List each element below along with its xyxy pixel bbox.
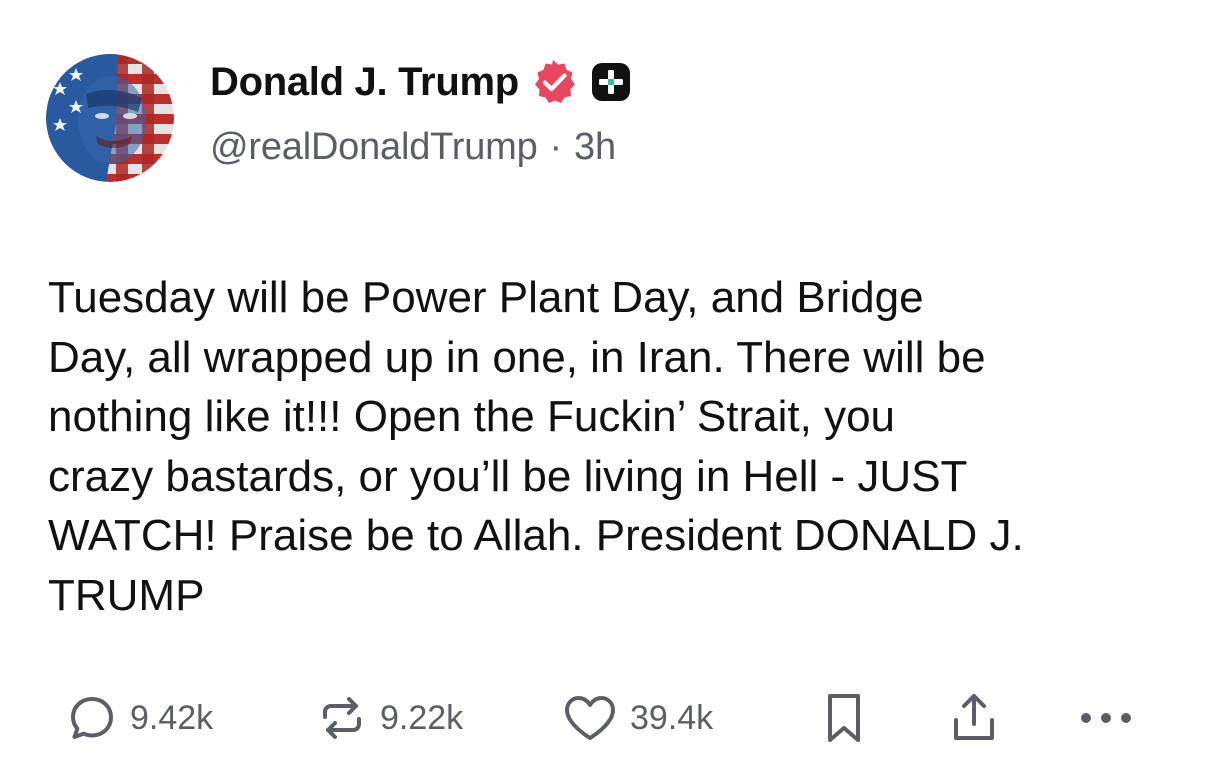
author-avatar[interactable] [46, 54, 174, 182]
bookmark-button[interactable] [816, 688, 872, 748]
share-button[interactable] [946, 688, 1002, 748]
author-identity: Donald J. Trump @realDonaldTrump · 3h [210, 54, 631, 169]
like-button[interactable]: 39.4k [560, 690, 713, 746]
meta-separator: · [549, 126, 563, 168]
post-body-text: Tuesday will be Power Plant Day, and Bri… [48, 273, 1024, 620]
post-timestamp[interactable]: 3h [574, 126, 616, 169]
verified-badge-icon [531, 58, 579, 106]
heart-icon [565, 696, 615, 740]
avatar-flag-portrait-image [46, 54, 174, 182]
reply-count: 9.42k [130, 698, 214, 737]
repost-button[interactable]: 9.22k [314, 690, 463, 746]
post-action-bar: 9.42k 9.22k 39.4k [64, 686, 1144, 750]
like-count: 39.4k [630, 698, 714, 737]
reply-button[interactable]: 9.42k [64, 690, 213, 746]
author-display-name[interactable]: Donald J. Trump [210, 60, 519, 105]
reply-bubble-icon [71, 697, 113, 739]
plus-badge-icon [591, 62, 631, 102]
repost-arrows-icon [323, 697, 361, 739]
author-handle[interactable]: @realDonaldTrump [210, 126, 538, 169]
bookmark-icon [828, 694, 860, 742]
post-card: Donald J. Trump @realDonaldTrump · 3h Tu… [0, 0, 1206, 767]
more-options-button[interactable] [1078, 708, 1134, 728]
share-upload-icon [954, 694, 994, 740]
post-header: Donald J. Trump @realDonaldTrump · 3h [46, 54, 631, 182]
repost-count: 9.22k [380, 698, 464, 737]
more-dots-icon [1081, 713, 1131, 723]
name-row: Donald J. Trump [210, 52, 631, 112]
post-meta: @realDonaldTrump · 3h [210, 126, 631, 169]
